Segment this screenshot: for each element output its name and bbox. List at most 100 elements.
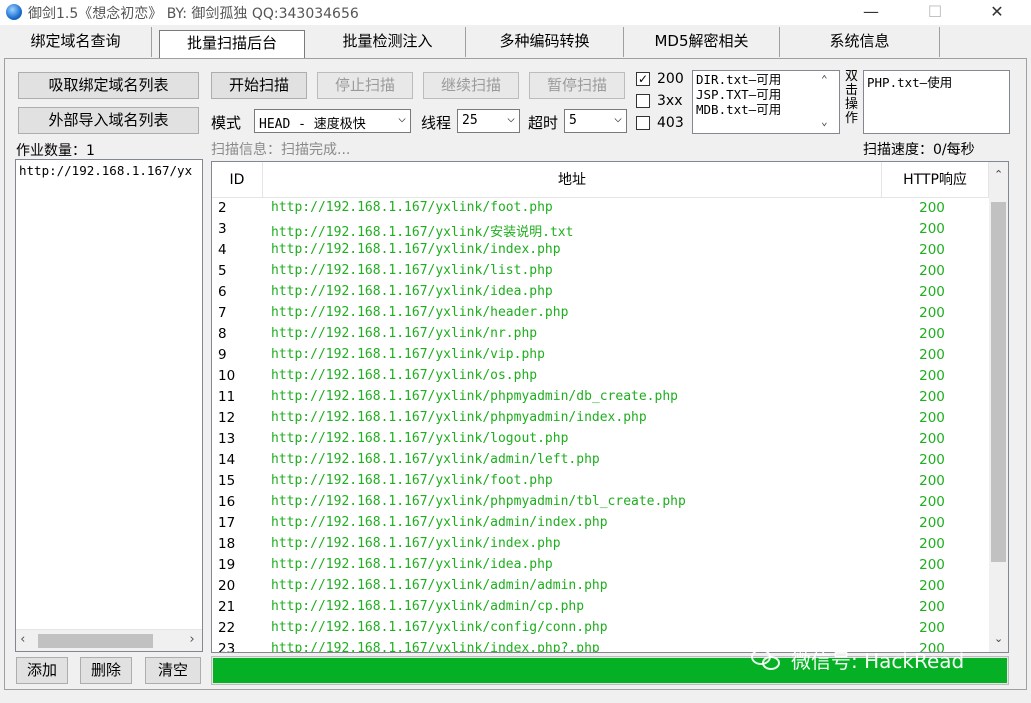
tab-encoding-convert[interactable]: 多种编码转换: [466, 27, 624, 57]
horizontal-scrollbar[interactable]: ‹ ›: [16, 629, 202, 651]
close-button[interactable]: ✕: [974, 0, 1020, 25]
minimize-button[interactable]: —: [848, 0, 894, 25]
list-item[interactable]: DIR.txt—可用: [696, 72, 781, 87]
checkbox-3xx-label: 3xx: [657, 93, 683, 109]
cell-url: http://192.168.1.167/yxlink/admin/left.p…: [271, 452, 600, 467]
continue-scan-button[interactable]: 继续扫描: [423, 72, 519, 99]
fetch-bound-domains-button[interactable]: 吸取绑定域名列表: [18, 72, 199, 99]
cell-id: 12: [218, 410, 236, 426]
table-row[interactable]: 2 http://192.168.1.167/yxlink/foot.php 200: [212, 198, 990, 219]
cell-id: 4: [218, 242, 227, 258]
add-button[interactable]: 添加: [16, 657, 68, 684]
vertical-scroll-thumb[interactable]: [991, 202, 1006, 562]
stop-scan-button[interactable]: 停止扫描: [317, 72, 413, 99]
table-row[interactable]: 16 http://192.168.1.167/yxlink/phpmyadmin…: [212, 492, 990, 513]
results-grid[interactable]: ID 地址 HTTP响应 2 http://192.168.1.167/yxlin…: [211, 161, 1009, 653]
table-row[interactable]: 20 http://192.168.1.167/yxlink/admin/admi…: [212, 576, 990, 597]
list-item[interactable]: http://192.168.1.167/yx: [19, 163, 192, 178]
table-row[interactable]: 11 http://192.168.1.167/yxlink/phpmyadmin…: [212, 387, 990, 408]
dictionary-listbox[interactable]: DIR.txt—可用 JSP.TXT—可用 MDB.txt—可用 ⌃ ⌄: [692, 70, 840, 134]
table-row[interactable]: 15 http://192.168.1.167/yxlink/foot.php 20…: [212, 471, 990, 492]
job-count-label: 作业数量：1: [16, 143, 95, 159]
scroll-left-icon[interactable]: ‹: [19, 632, 27, 647]
cell-id: 16: [218, 494, 236, 510]
mode-value: HEAD - 速度极快: [259, 117, 366, 132]
cell-id: 14: [218, 452, 236, 468]
checkbox-3xx[interactable]: [636, 94, 650, 108]
table-row[interactable]: 4 http://192.168.1.167/yxlink/index.php 20…: [212, 240, 990, 261]
cell-http-status: 200: [919, 494, 945, 510]
table-row[interactable]: 10 http://192.168.1.167/yxlink/os.php 200: [212, 366, 990, 387]
scroll-down-icon[interactable]: ⌄: [994, 632, 1003, 645]
cell-url: http://192.168.1.167/yxlink/vip.php: [271, 347, 545, 362]
tab-batch-scan-admin[interactable]: 批量扫描后台: [159, 30, 305, 58]
cell-url: http://192.168.1.167/yxlink/phpmyadmin/d…: [271, 389, 678, 404]
delete-button[interactable]: 删除: [80, 657, 132, 684]
checkbox-403[interactable]: [636, 116, 650, 130]
cell-http-status: 200: [919, 284, 945, 300]
scroll-down-icon[interactable]: ⌄: [821, 115, 828, 128]
timeout-select[interactable]: 5 ⌵: [564, 109, 627, 133]
cell-url: http://192.168.1.167/yxlink/index.php: [271, 242, 561, 257]
mode-select[interactable]: HEAD - 速度极快 ⌵: [254, 109, 411, 133]
cell-id: 15: [218, 473, 236, 489]
table-row[interactable]: 19 http://192.168.1.167/yxlink/idea.php 20…: [212, 555, 990, 576]
table-row[interactable]: 5 http://192.168.1.167/yxlink/list.php 200: [212, 261, 990, 282]
table-row[interactable]: 14 http://192.168.1.167/yxlink/admin/left…: [212, 450, 990, 471]
cell-http-status: 200: [919, 536, 945, 552]
cell-url: http://192.168.1.167/yxlink/admin/cp.php: [271, 599, 585, 614]
table-row[interactable]: 3 http://192.168.1.167/yxlink/安装说明.txt 200: [212, 219, 990, 240]
cell-http-status: 200: [919, 242, 945, 258]
scroll-up-icon[interactable]: ⌃: [821, 73, 828, 86]
cell-url: http://192.168.1.167/yxlink/nr.php: [271, 326, 538, 341]
cell-id: 9: [218, 347, 227, 363]
domain-listbox[interactable]: http://192.168.1.167/yx ‹ ›: [15, 159, 203, 652]
cell-url: http://192.168.1.167/yxlink/idea.php: [271, 284, 553, 299]
import-domains-button[interactable]: 外部导入域名列表: [18, 107, 199, 134]
table-row[interactable]: 9 http://192.168.1.167/yxlink/vip.php 200: [212, 345, 990, 366]
cell-url: http://192.168.1.167/yxlink/idea.php: [271, 557, 553, 572]
list-item[interactable]: JSP.TXT—可用: [696, 87, 781, 102]
selected-dictionary-box[interactable]: PHP.txt—使用: [863, 70, 1010, 134]
tab-system-info[interactable]: 系统信息: [780, 27, 940, 57]
table-row[interactable]: 12 http://192.168.1.167/yxlink/phpmyadmin…: [212, 408, 990, 429]
column-header-http-status[interactable]: HTTP响应: [882, 162, 989, 198]
table-row[interactable]: 7 http://192.168.1.167/yxlink/header.php 2…: [212, 303, 990, 324]
column-header-id[interactable]: ID: [212, 162, 263, 198]
checkbox-200[interactable]: ✓: [636, 72, 650, 86]
start-scan-button[interactable]: 开始扫描: [211, 72, 307, 99]
table-row[interactable]: 18 http://192.168.1.167/yxlink/index.php 2…: [212, 534, 990, 555]
cell-id: 10: [218, 368, 236, 384]
table-row[interactable]: 13 http://192.168.1.167/yxlink/logout.php…: [212, 429, 990, 450]
cell-id: 19: [218, 557, 236, 573]
cell-url: http://192.168.1.167/yxlink/index.php: [271, 536, 561, 551]
cell-url: http://192.168.1.167/yxlink/admin/admin.…: [271, 578, 608, 593]
cell-http-status: 200: [919, 620, 945, 636]
horizontal-scroll-thumb[interactable]: [38, 634, 153, 648]
tab-bind-domain-query[interactable]: 绑定域名查询: [0, 27, 152, 57]
table-row[interactable]: 6 http://192.168.1.167/yxlink/idea.php 200: [212, 282, 990, 303]
table-row[interactable]: 22 http://192.168.1.167/yxlink/config/con…: [212, 618, 990, 639]
cell-url: http://192.168.1.167/yxlink/phpmyadmin/t…: [271, 494, 686, 509]
maximize-button[interactable]: ☐: [912, 0, 958, 25]
cell-http-status: 200: [919, 557, 945, 573]
threads-select[interactable]: 25 ⌵: [457, 109, 520, 133]
cell-id: 5: [218, 263, 227, 279]
table-row[interactable]: 17 http://192.168.1.167/yxlink/admin/inde…: [212, 513, 990, 534]
list-item[interactable]: MDB.txt—可用: [696, 102, 781, 117]
pause-scan-button[interactable]: 暂停扫描: [529, 72, 625, 99]
tab-batch-injection-check[interactable]: 批量检测注入: [310, 27, 466, 57]
clear-button[interactable]: 清空: [145, 657, 201, 684]
column-header-url[interactable]: 地址: [263, 162, 882, 198]
cell-http-status: 200: [919, 389, 945, 405]
scroll-right-icon[interactable]: ›: [188, 632, 196, 647]
table-row[interactable]: 8 http://192.168.1.167/yxlink/nr.php 200: [212, 324, 990, 345]
table-row[interactable]: 21 http://192.168.1.167/yxlink/admin/cp.p…: [212, 597, 990, 618]
cell-id: 22: [218, 620, 236, 636]
list-item[interactable]: PHP.txt—使用: [867, 72, 952, 91]
mode-label: 模式: [211, 114, 242, 132]
scroll-up-icon[interactable]: ⌃: [994, 168, 1003, 181]
cell-id: 13: [218, 431, 236, 447]
cell-id: 17: [218, 515, 236, 531]
tab-md5-decrypt[interactable]: MD5解密相关: [624, 27, 780, 57]
